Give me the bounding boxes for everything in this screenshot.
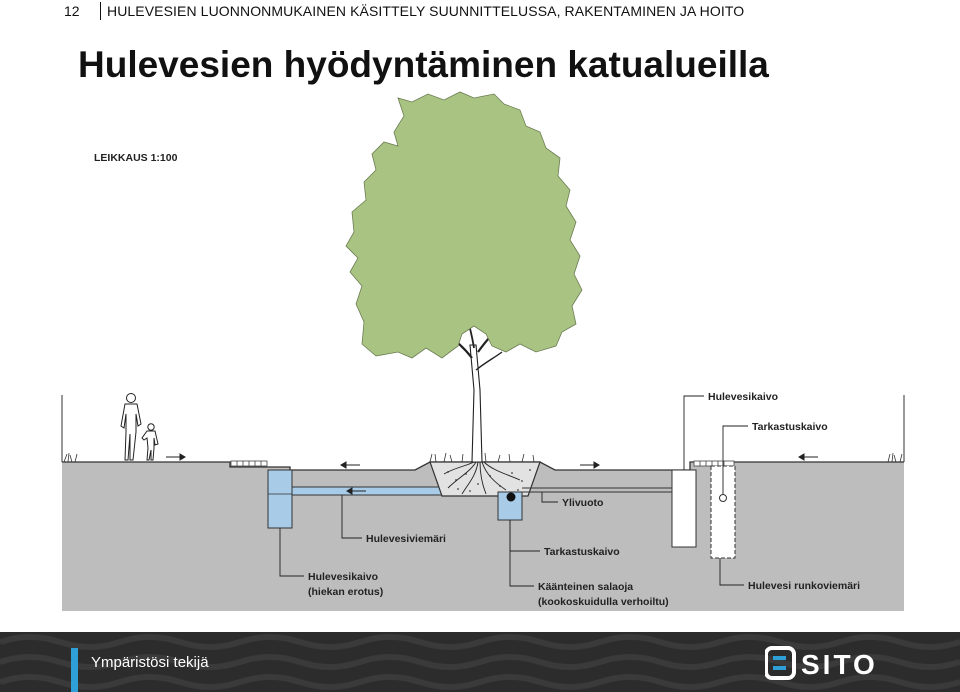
- label-stormwater-well-top: Hulevesikaivo: [708, 391, 778, 403]
- footer-accent-bar: [71, 648, 78, 692]
- label-overflow: Ylivuoto: [562, 497, 603, 509]
- footer-tagline: Ympäristösi tekijä: [91, 654, 209, 671]
- label-stormwater-well-line2: (hiekan erotus): [308, 586, 383, 598]
- pedestrian-child-figure: [141, 423, 159, 461]
- stormwater-well-left: [267, 469, 293, 529]
- sito-logo: SITO: [765, 646, 878, 680]
- header-divider: [100, 2, 101, 20]
- label-drain-line2: (kookoskuidulla verhoiltu): [538, 596, 669, 608]
- scale-label: LEIKKAUS 1:100: [94, 152, 178, 164]
- label-stormwater-well-line1: Hulevesikaivo: [308, 571, 378, 583]
- label-trunk-sewer: Hulevesi runkoviemäri: [748, 580, 860, 592]
- running-title: HULEVESIEN LUONNONMUKAINEN KÄSITTELY SUU…: [107, 3, 745, 19]
- page-header: 12 HULEVESIEN LUONNONMUKAINEN KÄSITTELY …: [0, 0, 960, 24]
- tree-canopy: [345, 91, 583, 359]
- sito-logo-icon: [765, 646, 796, 680]
- label-inspection-well-bottom: Tarkastuskaivo: [544, 546, 620, 558]
- label-inspection-well-top: Tarkastuskaivo: [752, 421, 828, 433]
- grass-tufts: [63, 452, 903, 463]
- label-stormwater-sewer: Hulevesiviemäri: [366, 533, 446, 545]
- street-section-diagram: LEIKKAUS 1:100 Hulevesikaivo Tarkastuska…: [61, 91, 905, 611]
- sito-logo-text: SITO: [801, 649, 878, 680]
- stormwater-well-right: [671, 469, 697, 548]
- drain-pipe-end: [506, 492, 516, 502]
- page-title: Hulevesien hyödyntäminen katualueilla: [78, 44, 769, 85]
- page-number: 12: [64, 3, 80, 19]
- label-drain-line1: Käänteinen salaoja: [538, 581, 633, 593]
- footer-bar: Ympäristösi tekijä SITO: [0, 632, 960, 692]
- pedestrian-adult-figure: [120, 393, 142, 461]
